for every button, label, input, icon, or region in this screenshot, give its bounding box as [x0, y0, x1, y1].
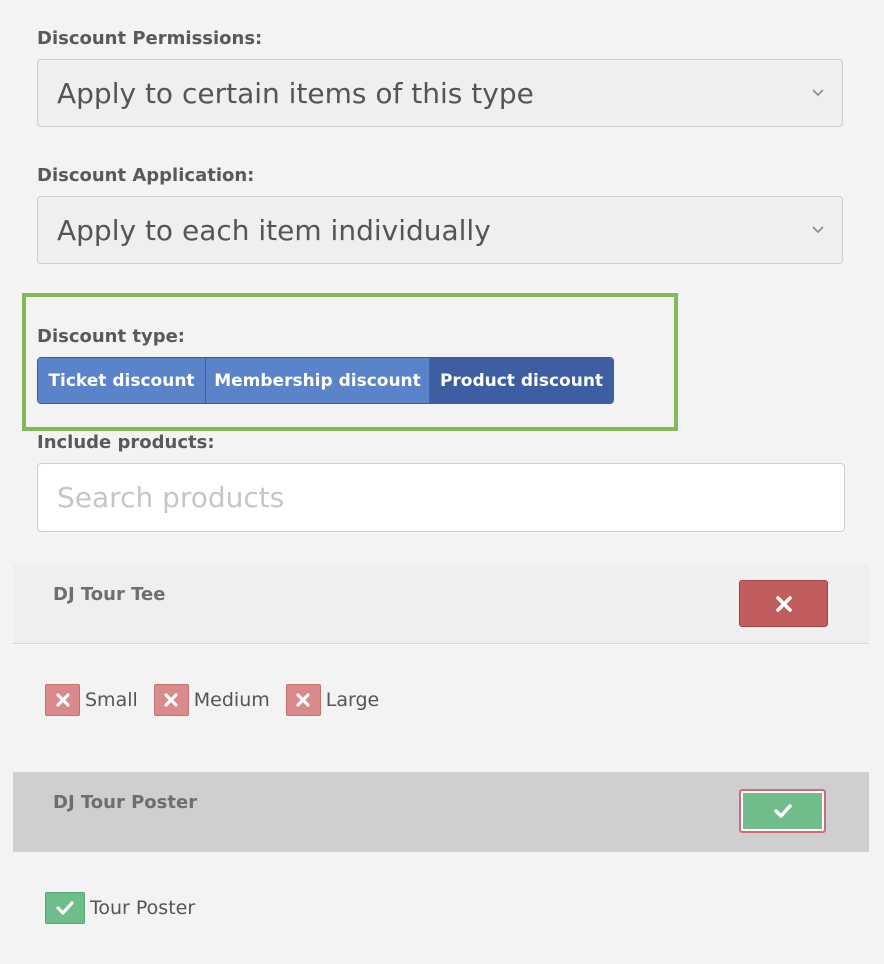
include-products-label: Include products:: [37, 432, 215, 453]
variant-item[interactable]: Large: [285, 684, 380, 716]
product-header-dj-tour-tee: DJ Tour Tee: [13, 564, 869, 644]
variant-list-dj-tour-tee: Small Medium Large: [45, 684, 395, 716]
variant-item[interactable]: Small: [45, 684, 138, 716]
variant-item[interactable]: Tour Poster: [45, 892, 195, 924]
search-products-field: [37, 463, 845, 532]
check-icon: [773, 804, 792, 818]
discount-application-value: Apply to each item individually: [57, 214, 491, 247]
variant-item[interactable]: Medium: [153, 684, 270, 716]
variant-list-dj-tour-poster: Tour Poster: [45, 892, 211, 924]
check-icon[interactable]: [45, 892, 85, 924]
discount-type-label: Discount type:: [37, 326, 185, 347]
discount-type-button-group: Ticket discount Membership discount Prod…: [37, 357, 614, 404]
remove-product-button[interactable]: [739, 580, 828, 627]
discount-permissions-select[interactable]: Apply to certain items of this type: [37, 59, 843, 127]
discount-permissions-value: Apply to certain items of this type: [57, 77, 534, 110]
product-title: DJ Tour Tee: [53, 584, 166, 605]
include-product-button[interactable]: [739, 789, 826, 833]
chevron-down-icon: [812, 89, 824, 97]
variant-label: Small: [85, 689, 138, 711]
discount-application-select[interactable]: Apply to each item individually: [37, 196, 843, 264]
variant-label: Medium: [193, 689, 270, 711]
unchecked-x-icon[interactable]: [285, 684, 321, 716]
unchecked-x-icon[interactable]: [45, 684, 80, 716]
product-title: DJ Tour Poster: [53, 792, 198, 813]
membership-discount-button[interactable]: Membership discount: [205, 358, 429, 403]
variant-label: Tour Poster: [90, 897, 196, 919]
close-icon: [775, 595, 792, 612]
discount-permissions-label: Discount Permissions:: [37, 28, 263, 49]
variant-label: Large: [325, 689, 380, 711]
search-products-input[interactable]: [38, 464, 844, 531]
product-header-dj-tour-poster: DJ Tour Poster: [13, 772, 869, 852]
chevron-down-icon: [812, 226, 824, 234]
ticket-discount-button[interactable]: Ticket discount: [38, 358, 205, 403]
product-discount-button[interactable]: Product discount: [429, 358, 613, 403]
unchecked-x-icon[interactable]: [153, 684, 189, 716]
discount-application-label: Discount Application:: [37, 165, 255, 186]
